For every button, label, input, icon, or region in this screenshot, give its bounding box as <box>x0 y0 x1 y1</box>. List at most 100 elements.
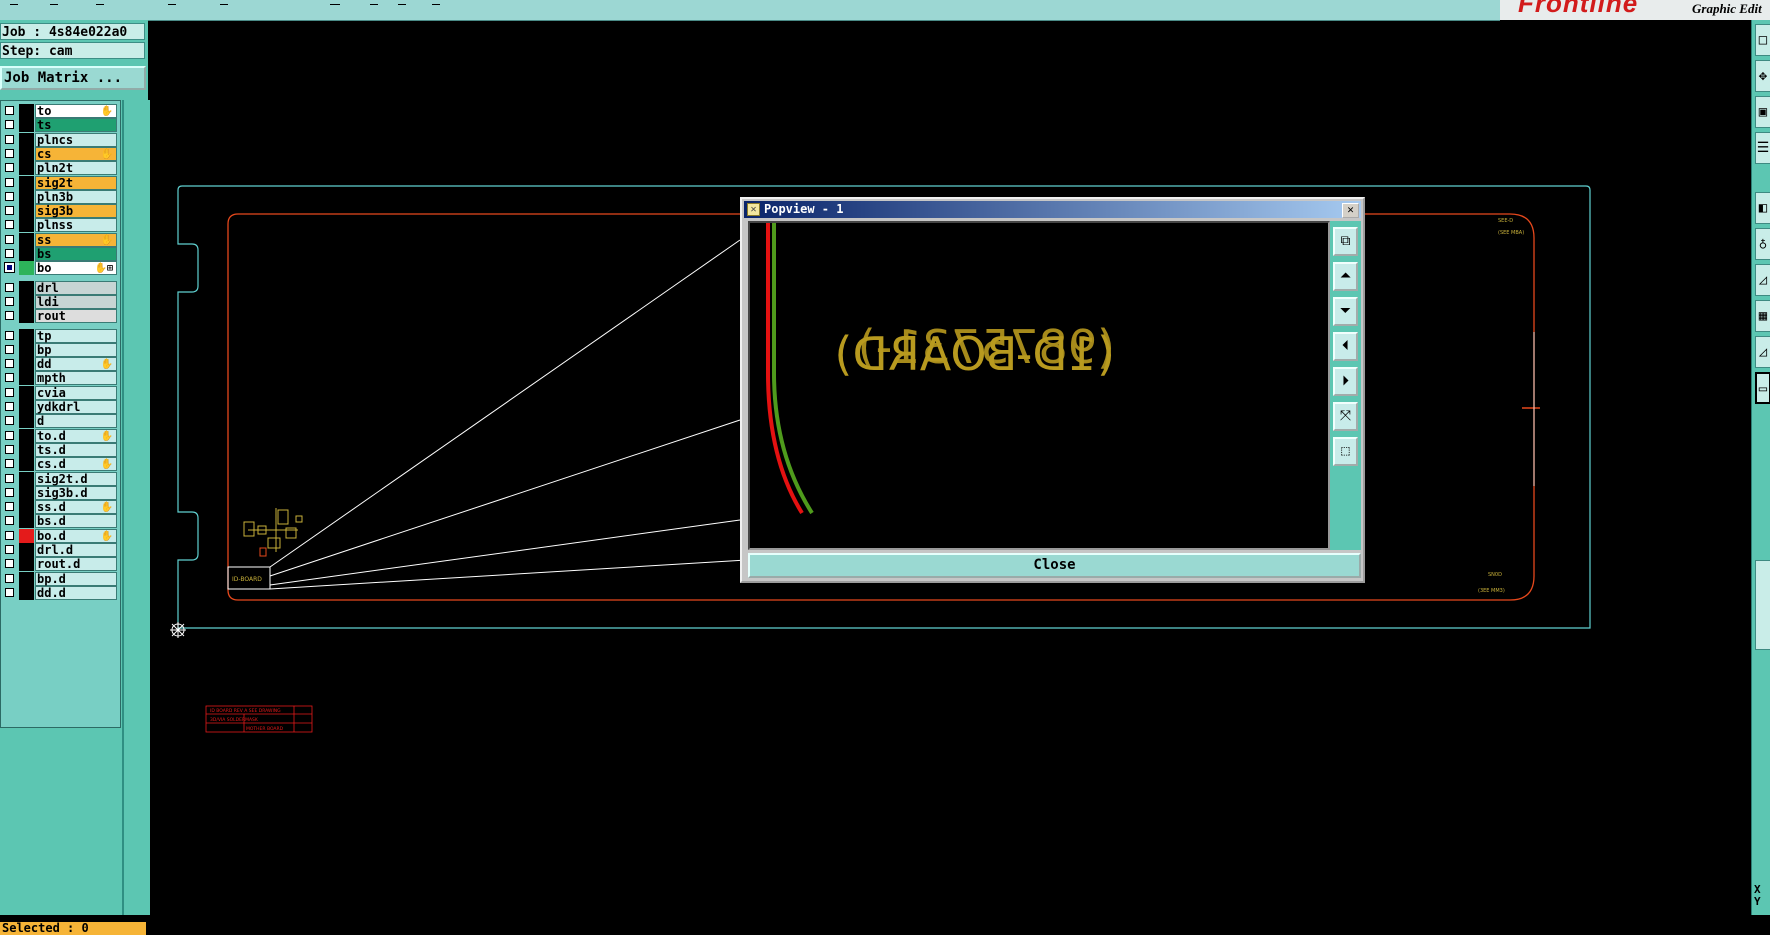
layer-color-swatch[interactable] <box>19 528 34 543</box>
layer-name[interactable]: d <box>35 414 117 429</box>
layer-name[interactable]: bp.d <box>35 571 117 586</box>
layer-name[interactable]: to.d ✋ <box>35 428 117 443</box>
layer-checkbox[interactable] <box>5 206 14 216</box>
layer-color-swatch[interactable] <box>19 514 34 529</box>
layer-color-swatch[interactable] <box>19 543 34 557</box>
job-matrix-button[interactable]: Job Matrix ... <box>0 66 146 90</box>
layer-color-swatch[interactable] <box>19 280 34 295</box>
layer-name[interactable]: drl <box>35 280 117 295</box>
layer-color-swatch[interactable] <box>19 414 34 429</box>
layer-row[interactable]: ydkdrl <box>1 400 121 414</box>
layer-name[interactable]: ss ✋ <box>35 232 117 247</box>
layer-checkbox[interactable] <box>5 473 14 483</box>
layer-row[interactable]: ts.d <box>1 442 121 457</box>
layer-checkbox[interactable] <box>5 487 14 497</box>
layer-row[interactable]: rout.d <box>1 557 121 572</box>
layer-checkbox[interactable] <box>5 545 14 554</box>
layer-row[interactable]: dd ✋ <box>1 357 121 372</box>
layer-checkbox[interactable] <box>5 430 14 440</box>
layer-color-swatch[interactable] <box>19 442 34 457</box>
tool-11-icon[interactable] <box>1755 560 1770 650</box>
layer-color-swatch[interactable] <box>19 400 34 414</box>
layer-name[interactable]: ydkdrl <box>35 400 117 414</box>
layer-checkbox[interactable] <box>5 249 14 258</box>
layer-name[interactable]: bp <box>35 342 117 357</box>
layer-row[interactable]: ldi <box>1 294 121 309</box>
layer-checkbox[interactable] <box>5 330 14 340</box>
layer-checkbox[interactable] <box>5 234 14 244</box>
close-icon[interactable]: ✕ <box>1342 203 1359 218</box>
layer-color-swatch[interactable] <box>19 457 34 472</box>
tool-5-icon[interactable]: ◧ <box>1755 192 1770 224</box>
pan-right-icon[interactable]: ⏵ <box>1333 367 1358 396</box>
zoom-window-icon[interactable]: ⧉ <box>1333 227 1358 256</box>
layer-row[interactable]: mpth <box>1 371 121 386</box>
layer-row[interactable]: bs.d <box>1 514 121 529</box>
layer-color-swatch[interactable] <box>19 161 34 176</box>
layer-color-swatch[interactable] <box>19 557 34 572</box>
layer-checkbox[interactable] <box>5 587 14 597</box>
layer-name[interactable]: pln2t <box>35 161 117 176</box>
layer-color-swatch[interactable] <box>19 146 34 161</box>
layer-name[interactable]: dd ✋ <box>35 357 117 372</box>
layer-row[interactable]: ss ✋ <box>1 232 121 247</box>
layer-list-scrollbar[interactable] <box>122 100 150 915</box>
layer-row[interactable]: sig3b.d <box>1 485 121 500</box>
tool-6-icon[interactable]: ♁ <box>1755 228 1770 260</box>
layer-name[interactable]: ts <box>35 118 117 133</box>
layer-color-swatch[interactable] <box>19 500 34 515</box>
layer-name[interactable]: sig3b.d <box>35 485 117 500</box>
layer-checkbox[interactable] <box>5 148 14 158</box>
tool-3-icon[interactable]: ▣ <box>1755 96 1770 128</box>
layer-checkbox[interactable] <box>5 191 14 201</box>
popview-title-bar[interactable]: ✕ Popview - 1 ✕ <box>744 201 1361 218</box>
layer-name[interactable]: drl.d <box>35 543 117 557</box>
zoom-home-icon[interactable]: ⬚ <box>1333 437 1358 466</box>
layer-row[interactable]: sig2t.d <box>1 471 121 486</box>
pan-up-icon[interactable]: ⏶ <box>1333 262 1358 291</box>
tool-8-icon[interactable]: ▦ <box>1755 300 1770 332</box>
tool-2-icon[interactable]: ✥ <box>1755 60 1770 92</box>
layer-name[interactable]: cs ✋ <box>35 146 117 161</box>
popview-canvas[interactable]: (1D-BOARD) (9875731-) <box>748 221 1330 550</box>
layer-row[interactable]: cs ✋ <box>1 146 121 161</box>
layer-name[interactable]: sig2t.d <box>35 471 117 486</box>
layer-name[interactable]: cvia <box>35 385 117 400</box>
layer-row[interactable]: sig2t <box>1 175 121 190</box>
layer-checkbox[interactable] <box>5 416 14 426</box>
layer-checkbox[interactable] <box>5 311 14 321</box>
layer-color-swatch[interactable] <box>19 189 34 204</box>
layer-row[interactable]: sig3b <box>1 204 121 219</box>
layer-color-swatch[interactable] <box>19 261 34 276</box>
layer-name[interactable]: plnss <box>35 218 117 233</box>
layer-name[interactable]: bs.d <box>35 514 117 529</box>
layer-row[interactable]: plncs <box>1 132 121 147</box>
layer-row[interactable]: bs <box>1 247 121 261</box>
layer-name[interactable]: plncs <box>35 132 117 147</box>
layer-color-swatch[interactable] <box>19 328 34 343</box>
layer-color-swatch[interactable] <box>19 218 34 233</box>
layer-color-swatch[interactable] <box>19 471 34 486</box>
layer-name[interactable]: sig2t <box>35 175 117 190</box>
tool-1-icon[interactable]: □ <box>1755 24 1770 56</box>
layer-row[interactable]: bo.d ✋ <box>1 528 121 543</box>
layer-row[interactable]: tp <box>1 328 121 343</box>
layer-checkbox[interactable] <box>5 373 14 383</box>
layer-row[interactable]: ts <box>1 118 121 133</box>
layer-color-swatch[interactable] <box>19 371 34 386</box>
layer-checkbox[interactable] <box>5 516 14 526</box>
layer-checkbox[interactable] <box>5 402 14 411</box>
pan-down-icon[interactable]: ⏷ <box>1333 297 1358 326</box>
tool-9-icon[interactable]: ◿ <box>1755 336 1770 368</box>
layer-name[interactable]: ts.d <box>35 442 117 457</box>
layer-name[interactable]: sig3b <box>35 204 117 219</box>
layer-color-swatch[interactable] <box>19 485 34 500</box>
layer-row[interactable]: ss.d ✋ <box>1 500 121 515</box>
tool-10-icon[interactable]: ▭ <box>1755 372 1770 404</box>
layer-checkbox[interactable] <box>5 220 14 230</box>
layer-checkbox[interactable] <box>5 296 14 306</box>
layer-color-swatch[interactable] <box>19 357 34 372</box>
layer-color-swatch[interactable] <box>19 232 34 247</box>
layer-color-swatch[interactable] <box>19 571 34 586</box>
layer-name[interactable]: bo.d ✋ <box>35 528 117 543</box>
